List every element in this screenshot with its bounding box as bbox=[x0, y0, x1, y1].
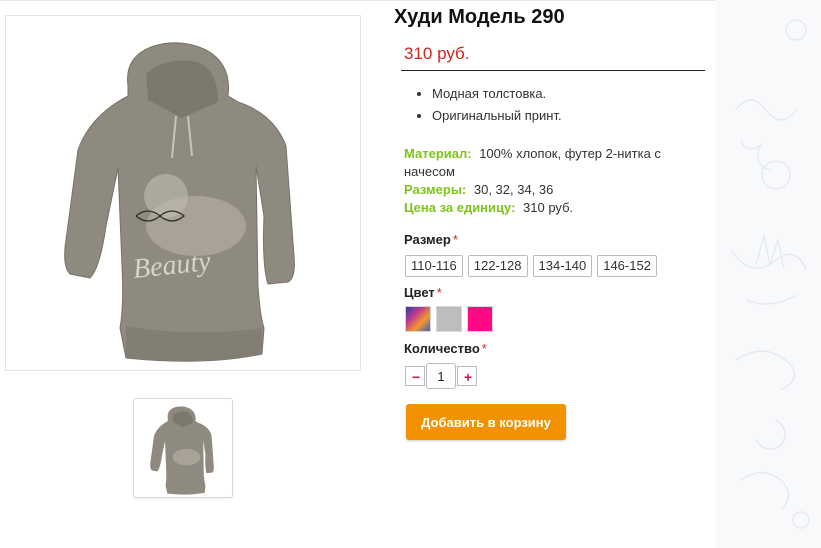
color-selector bbox=[405, 306, 493, 332]
top-border bbox=[0, 0, 821, 1]
spec-unit-price-value: 310 руб. bbox=[523, 200, 574, 215]
quantity-plus-button[interactable]: + bbox=[457, 366, 477, 386]
quantity-minus-button[interactable]: − bbox=[405, 366, 425, 386]
spec-material-label: Материал: bbox=[404, 146, 472, 161]
spec-sizes: Размеры: 30, 32, 34, 36 bbox=[404, 181, 704, 199]
feature-item: Модная толстовка. bbox=[432, 83, 562, 105]
spec-unit-price-label: Цена за единицу: bbox=[404, 200, 516, 215]
feature-list: Модная толстовка. Оригинальный принт. bbox=[404, 83, 562, 127]
required-mark: * bbox=[436, 285, 442, 300]
size-option-label: Размер * bbox=[404, 232, 458, 247]
size-selector: 110-116 122-128 134-140 146-152 bbox=[405, 255, 657, 277]
specs-block: Материал: 100% хлопок, футер 2-нитка с н… bbox=[404, 145, 704, 217]
divider bbox=[401, 70, 705, 71]
size-option-122-128[interactable]: 122-128 bbox=[467, 255, 528, 277]
spec-material: Материал: 100% хлопок, футер 2-нитка с н… bbox=[404, 145, 704, 181]
quantity-input[interactable] bbox=[426, 363, 456, 389]
background-doodle bbox=[716, 0, 821, 548]
hoodie-thumbnail-icon bbox=[150, 406, 214, 495]
spec-sizes-value: 30, 32, 34, 36 bbox=[473, 182, 554, 197]
size-option-134-140[interactable]: 134-140 bbox=[532, 255, 593, 277]
color-swatch-grey[interactable] bbox=[436, 306, 462, 332]
quantity-label-text: Количество bbox=[404, 341, 480, 356]
color-swatch-pink[interactable] bbox=[467, 306, 493, 332]
product-price: 310 руб. bbox=[404, 44, 470, 63]
spec-unit-price: Цена за единицу: 310 руб. bbox=[404, 199, 704, 217]
quantity-label: Количество * bbox=[404, 341, 487, 356]
hoodie-image-icon: Beauty bbox=[64, 42, 295, 362]
spec-sizes-label: Размеры: bbox=[404, 182, 467, 197]
size-label-text: Размер bbox=[404, 232, 451, 247]
product-main-image[interactable]: Beauty bbox=[5, 15, 361, 371]
product-thumbnail[interactable] bbox=[133, 398, 233, 498]
color-swatch-multicolor[interactable] bbox=[405, 306, 431, 332]
size-option-110-116[interactable]: 110-116 bbox=[405, 255, 463, 277]
color-label-text: Цвет bbox=[404, 285, 435, 300]
add-to-cart-button[interactable]: Добавить в корзину bbox=[406, 404, 566, 440]
product-title: Худи Модель 290 bbox=[394, 6, 565, 28]
feature-item: Оригинальный принт. bbox=[432, 105, 562, 127]
doodle-decoration-icon bbox=[730, 19, 810, 529]
required-mark: * bbox=[452, 232, 458, 247]
required-mark: * bbox=[481, 341, 487, 356]
size-option-146-152[interactable]: 146-152 bbox=[597, 255, 657, 277]
color-option-label: Цвет * bbox=[404, 285, 442, 300]
quantity-stepper: − + bbox=[405, 363, 477, 389]
